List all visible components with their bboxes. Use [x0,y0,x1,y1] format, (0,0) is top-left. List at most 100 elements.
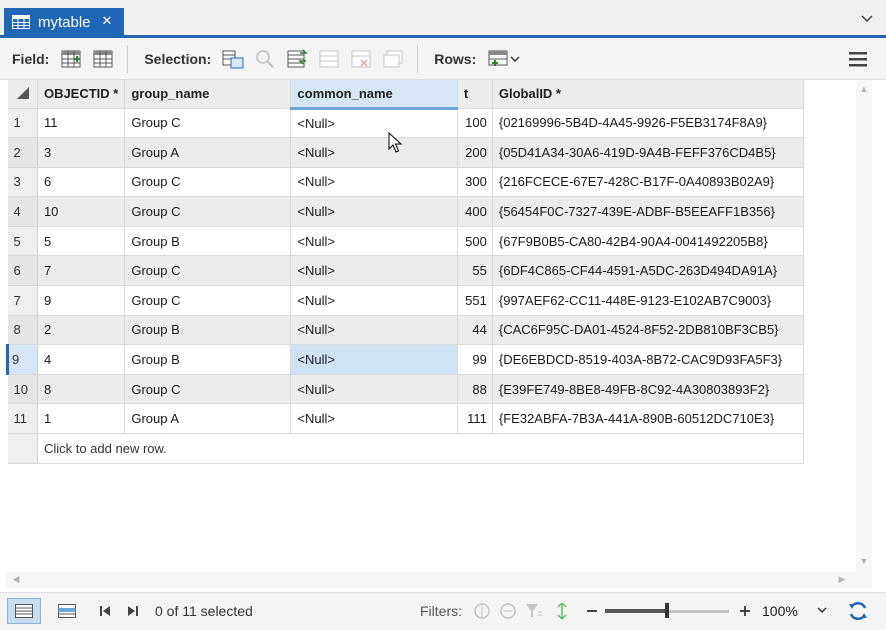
cell-globalid[interactable]: {FE32ABFA-7B3A-441A-890B-60512DC710E3} [492,403,805,435]
cell-globalid[interactable]: {CAC6F95C-DA01-4524-8F52-2DB810BF3CB5} [492,315,805,346]
expand-vertical-icon[interactable] [552,601,572,621]
tab-mytable[interactable]: mytable ✕ [4,8,124,36]
cell-globalid[interactable]: {997AEF62-CC11-448E-9123-E102AB7C9003} [492,285,805,316]
cell-objectid[interactable]: 5 [37,226,126,257]
close-icon[interactable]: ✕ [98,12,116,30]
row-header-corner[interactable] [7,80,38,109]
cell-objectid[interactable]: 9 [37,285,126,316]
cell-globalid[interactable]: {67F9B0B5-CA80-42B4-90A4-0041492205B8} [492,226,805,257]
row-number[interactable]: 4 [7,196,38,227]
row-number[interactable]: 3 [7,167,38,198]
cell-globalid[interactable]: {02169996-5B4D-4A45-9926-F5EB3174F8A9} [492,108,805,139]
row-number[interactable]: 6 [7,255,38,287]
table-row[interactable]: 1 11 Group C <Null> 100 {02169996-5B4D-4… [7,108,877,139]
cell-objectid[interactable]: 8 [37,374,126,405]
table-row[interactable]: 8 2 Group B <Null> 44 {CAC6F95C-DA01-452… [7,315,877,346]
cell-group-name[interactable]: Group B [124,226,292,257]
horizontal-scrollbar[interactable]: ◀ ▶ [6,572,872,588]
cell-group-name[interactable]: Group C [124,255,292,287]
cell-objectid[interactable]: 4 [37,344,126,375]
cell-group-name[interactable]: Group A [124,137,292,168]
row-number[interactable]: 7 [7,285,38,316]
cell-common-name[interactable]: <Null> [290,108,458,139]
show-all-records-button[interactable] [7,598,41,624]
table-row-active[interactable]: 9 4 Group B <Null> 99 {DE6EBDCD-8519-403… [6,344,877,375]
cell-t[interactable]: 200 [457,137,493,168]
cell-common-name[interactable]: <Null> [290,167,458,198]
cell-objectid[interactable]: 7 [37,255,126,287]
add-row-prompt[interactable]: Click to add new row. [36,433,805,464]
column-header-objectid[interactable]: OBJECTID * [37,80,126,109]
cell-group-name[interactable]: Group B [124,344,292,375]
column-header-t[interactable]: t [457,80,493,109]
table-row[interactable]: 2 3 Group A <Null> 200 {05D41A34-30A6-41… [7,137,877,168]
row-number[interactable]: 11 [7,403,38,435]
cell-objectid[interactable]: 2 [37,315,126,346]
vertical-scrollbar[interactable]: ▲ ▼ [856,80,872,572]
select-by-attributes-button[interactable] [219,45,247,73]
table-row[interactable]: 3 6 Group C <Null> 300 {216FCECE-67E7-42… [7,167,877,198]
cell-common-name[interactable]: <Null> [290,315,458,346]
cell-globalid[interactable]: {56454F0C-7327-439E-ADBF-B5EEAFF1B356} [492,196,805,227]
cell-group-name[interactable]: Group C [124,167,292,198]
add-field-button[interactable] [57,45,85,73]
row-number[interactable]: 9 [6,344,38,375]
show-selected-records-button[interactable] [50,598,84,624]
column-header-common-name[interactable]: common_name [290,80,458,110]
hamburger-menu-icon[interactable] [848,50,868,68]
filter-by-selection-icon[interactable] [498,601,518,621]
cell-objectid[interactable]: 6 [37,167,126,198]
cell-globalid[interactable]: {DE6EBDCD-8519-403A-8B72-CAC9D93FA5F3} [492,344,805,375]
row-number[interactable]: 8 [7,315,38,346]
scroll-right-icon[interactable]: ▶ [836,574,848,586]
table-row[interactable]: 11 1 Group A <Null> 111 {FE32ABFA-7B3A-4… [7,403,877,435]
scroll-left-icon[interactable]: ◀ [10,574,22,586]
cell-common-name[interactable]: <Null> [290,403,458,435]
cell-objectid[interactable]: 11 [37,108,126,139]
row-number[interactable]: 5 [7,226,38,257]
cell-group-name[interactable]: Group C [124,374,292,405]
cell-globalid[interactable]: {216FCECE-67E7-428C-B17F-0A40893B02A9} [492,167,805,198]
cell-common-name-active[interactable]: <Null> [290,344,458,375]
scroll-down-icon[interactable]: ▼ [858,556,870,566]
clear-selection-button[interactable] [315,45,343,73]
cell-common-name[interactable]: <Null> [290,196,458,227]
row-number[interactable]: 10 [7,374,38,405]
cell-common-name[interactable]: <Null> [290,374,458,405]
zoom-level-select[interactable]: 100% [756,599,836,623]
zoom-slider-thumb[interactable] [665,603,669,618]
cell-t[interactable]: 99 [457,344,493,375]
add-row[interactable]: Click to add new row. [7,433,877,464]
chevron-down-icon[interactable] [860,12,874,26]
cell-globalid[interactable]: {05D41A34-30A6-419D-9A4B-FEFF376CD4B5} [492,137,805,168]
table-row[interactable]: 5 5 Group B <Null> 500 {67F9B0B5-CA80-42… [7,226,877,257]
cell-t[interactable]: 100 [457,108,493,139]
cell-group-name[interactable]: Group A [124,403,292,435]
cell-group-name[interactable]: Group B [124,315,292,346]
cell-t[interactable]: 88 [457,374,493,405]
filter-icon[interactable] [524,601,544,621]
table-row[interactable]: 7 9 Group C <Null> 551 {997AEF62-CC11-44… [7,285,877,316]
cell-t[interactable]: 500 [457,226,493,257]
cell-common-name[interactable]: <Null> [290,137,458,168]
refresh-icon[interactable] [846,599,870,623]
zoom-to-selection-button[interactable] [251,45,279,73]
cell-group-name[interactable]: Group C [124,108,292,139]
zoom-in-icon[interactable] [735,601,755,621]
calculate-field-button[interactable] [89,45,117,73]
cell-t[interactable]: 300 [457,167,493,198]
cell-t[interactable]: 400 [457,196,493,227]
switch-selection-button[interactable] [283,45,311,73]
table-row[interactable]: 4 10 Group C <Null> 400 {56454F0C-7327-4… [7,196,877,227]
column-header-group-name[interactable]: group_name [124,80,292,109]
filter-by-extent-icon[interactable] [472,601,492,621]
cell-t[interactable]: 55 [457,255,493,287]
column-header-globalid[interactable]: GlobalID * [492,80,805,109]
cell-globalid[interactable]: {6DF4C865-CF44-4591-A5DC-263D494DA91A} [492,255,805,287]
row-number[interactable]: 1 [7,108,38,139]
cell-globalid[interactable]: {E39FE749-8BE8-49FB-8C92-4A30803893F2} [492,374,805,405]
copy-selection-button[interactable] [379,45,407,73]
table-row[interactable]: 6 7 Group C <Null> 55 {6DF4C865-CF44-459… [7,255,877,287]
cell-objectid[interactable]: 1 [37,403,126,435]
cell-common-name[interactable]: <Null> [290,255,458,287]
